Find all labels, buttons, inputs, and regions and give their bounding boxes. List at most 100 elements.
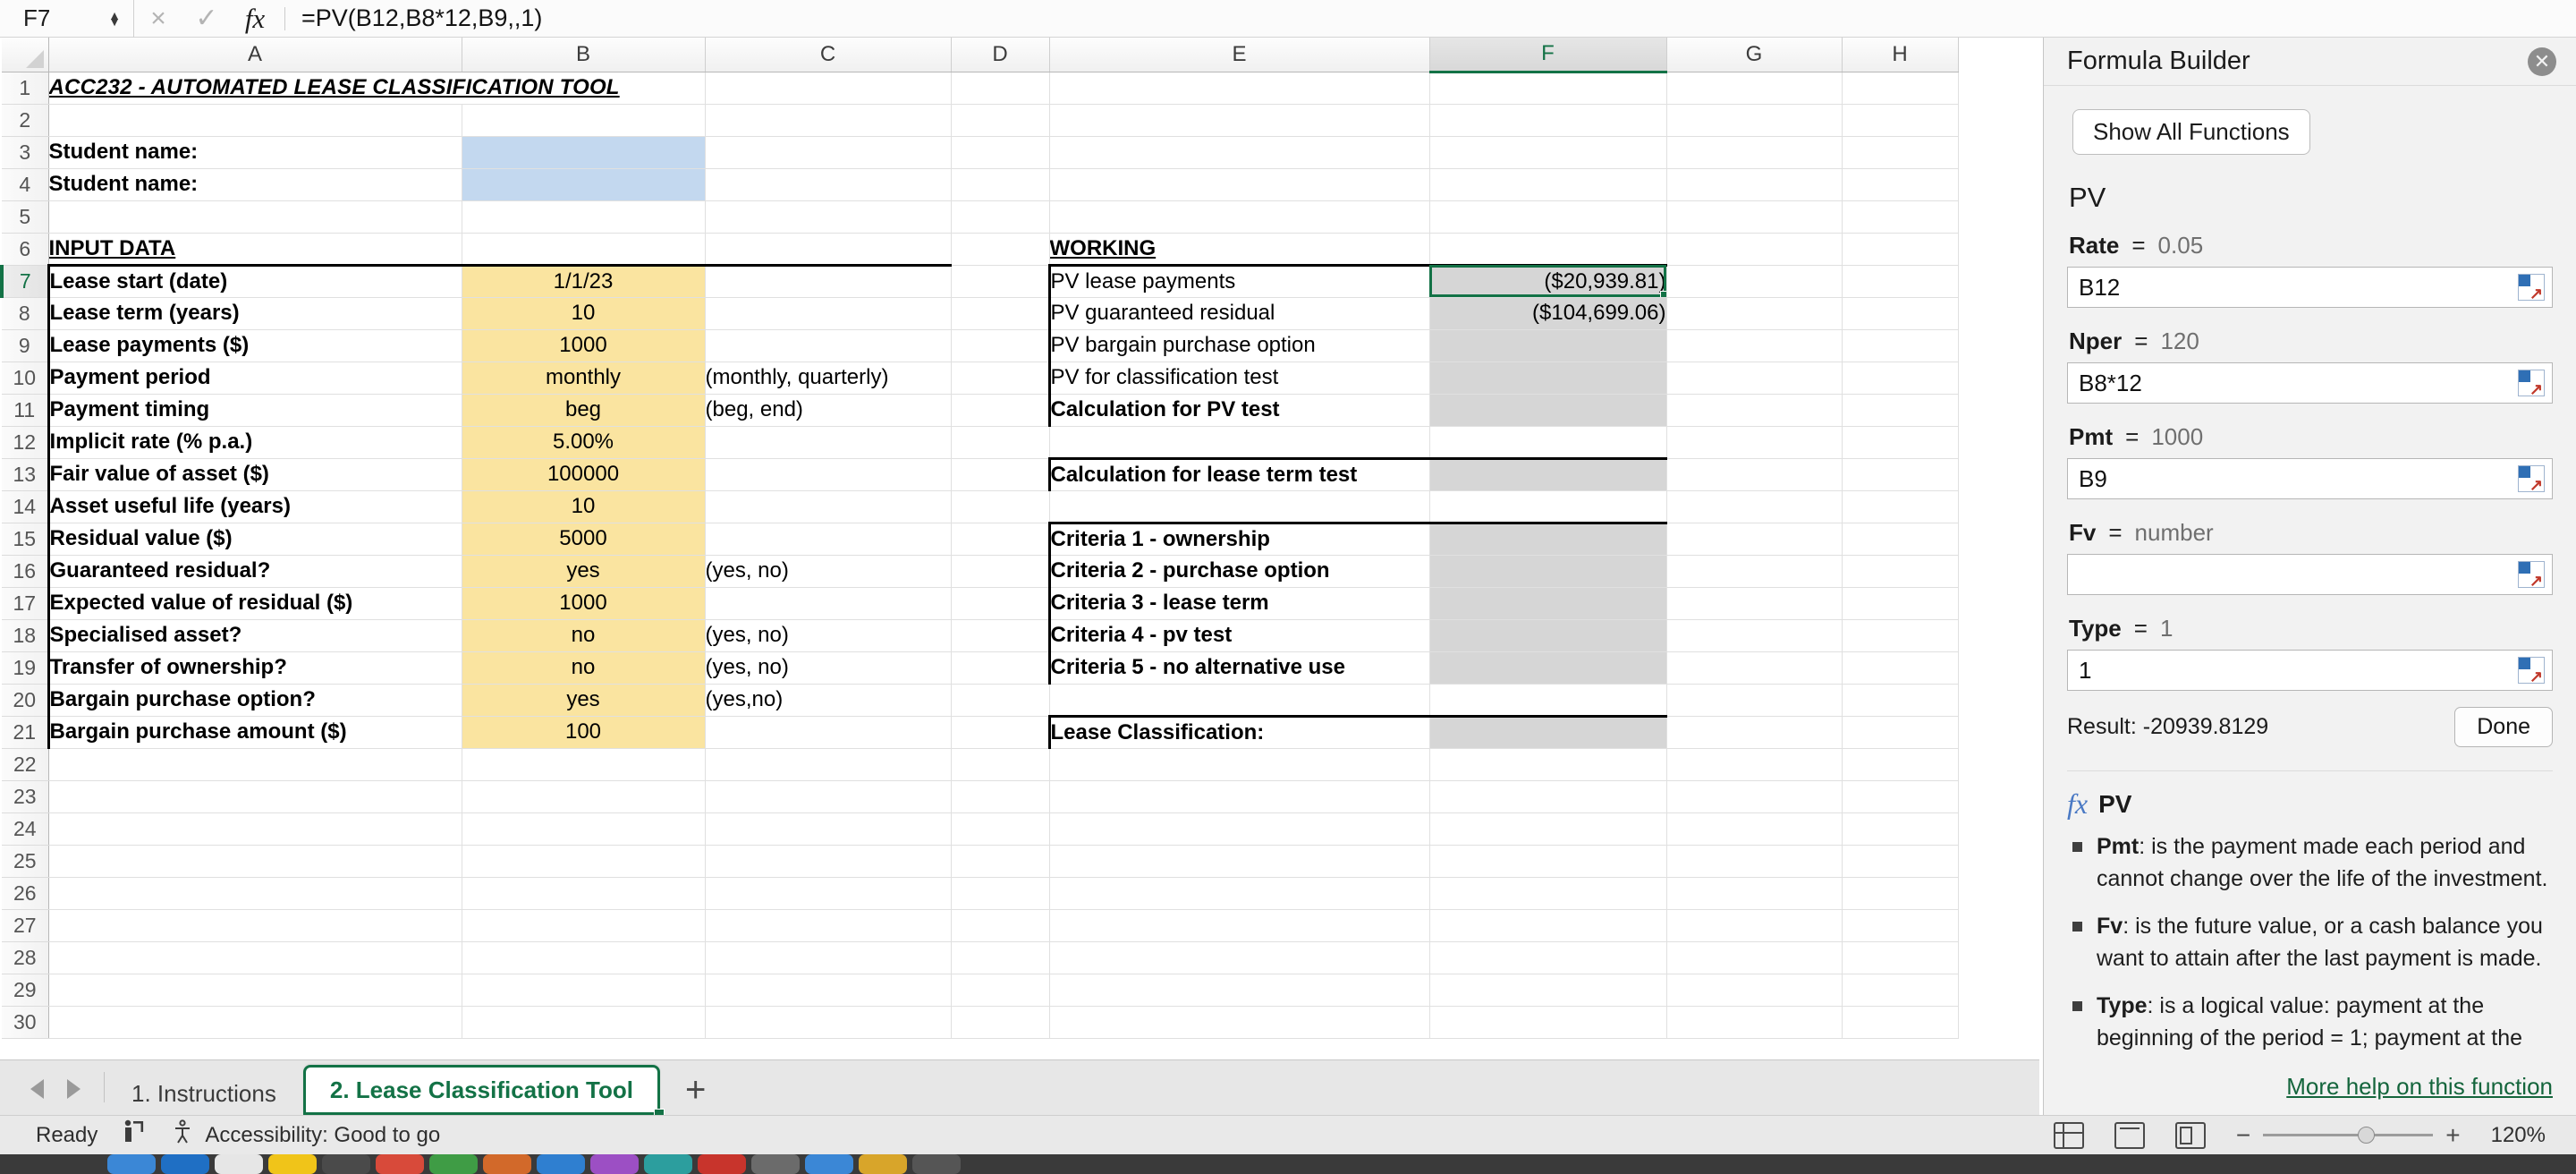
cell-g8[interactable]: [1666, 297, 1843, 330]
student-name-input-1[interactable]: [462, 136, 706, 169]
criteria-value-2[interactable]: [1429, 555, 1667, 588]
row-header-4[interactable]: 4: [2, 168, 49, 201]
cell-d29[interactable]: [951, 974, 1050, 1007]
criteria-value-3[interactable]: [1429, 587, 1667, 620]
cell-h3[interactable]: [1842, 136, 1959, 169]
cell-f3[interactable]: [1429, 136, 1667, 169]
cell-g20[interactable]: [1666, 684, 1843, 717]
arg-input-rate[interactable]: B12: [2067, 267, 2553, 308]
cell-f6[interactable]: [1429, 233, 1667, 266]
dock-icon-messages[interactable]: [644, 1154, 692, 1174]
cell-d15[interactable]: [951, 523, 1050, 556]
row-header-13[interactable]: 13: [2, 458, 49, 491]
cell-g7[interactable]: [1666, 265, 1843, 298]
input-value-payment-period[interactable]: monthly: [462, 362, 706, 395]
cell-h9[interactable]: [1842, 329, 1959, 362]
cell-f14[interactable]: [1429, 490, 1667, 523]
dock-icon-trash[interactable]: [912, 1154, 961, 1174]
input-value-lease-payments[interactable]: 1000: [462, 329, 706, 362]
cell-a24[interactable]: [48, 812, 462, 846]
input-value-bargain-purchase-amount[interactable]: 100: [462, 716, 706, 749]
cell-h5[interactable]: [1842, 200, 1959, 234]
cell-h21[interactable]: [1842, 716, 1959, 749]
spreadsheet-grid[interactable]: A B C D E F G H 1 ACC232 - AUTOMATED LEA…: [0, 38, 2039, 1059]
cell-d13[interactable]: [951, 458, 1050, 491]
cell-h27[interactable]: [1842, 909, 1959, 942]
cell-h24[interactable]: [1842, 812, 1959, 846]
row-header-23[interactable]: 23: [2, 780, 49, 813]
range-selector-icon[interactable]: [2518, 657, 2545, 684]
row-header-14[interactable]: 14: [2, 490, 49, 523]
close-icon[interactable]: ✕: [2528, 47, 2556, 76]
cell-h6[interactable]: [1842, 233, 1959, 266]
formula-input[interactable]: =PV(B12,B8*12,B9,,1): [291, 4, 2576, 32]
range-selector-icon[interactable]: [2518, 370, 2545, 396]
column-header-f[interactable]: F: [1429, 38, 1667, 73]
row-header-8[interactable]: 8: [2, 297, 49, 330]
cell-d23[interactable]: [951, 780, 1050, 813]
input-value-lease-start[interactable]: 1/1/23: [462, 263, 706, 298]
cell-g26[interactable]: [1666, 877, 1843, 910]
cell-h20[interactable]: [1842, 684, 1959, 717]
row-header-16[interactable]: 16: [2, 555, 49, 588]
cell-b2[interactable]: [462, 104, 706, 137]
criteria-value-1[interactable]: [1429, 521, 1667, 556]
cell-d2[interactable]: [951, 104, 1050, 137]
cell-c29[interactable]: [705, 974, 952, 1007]
cell-d21[interactable]: [951, 716, 1050, 749]
arg-input-nper[interactable]: B8*12: [2067, 362, 2553, 404]
cell-h11[interactable]: [1842, 394, 1959, 427]
next-sheet-icon[interactable]: [67, 1079, 80, 1099]
cell-a23[interactable]: [48, 780, 462, 813]
arg-input-type[interactable]: 1: [2067, 650, 2553, 691]
cell-f28[interactable]: [1429, 941, 1667, 974]
cell-b27[interactable]: [462, 909, 706, 942]
cell-f30[interactable]: [1429, 1006, 1667, 1039]
cell-f5[interactable]: [1429, 200, 1667, 234]
column-header-b[interactable]: B: [462, 38, 706, 72]
cell-g4[interactable]: [1666, 168, 1843, 201]
cell-c26[interactable]: [705, 877, 952, 910]
cell-h23[interactable]: [1842, 780, 1959, 813]
cell-d27[interactable]: [951, 909, 1050, 942]
row-header-26[interactable]: 26: [2, 877, 49, 910]
name-box-dropdown-icon[interactable]: ▲ ▼: [108, 9, 121, 28]
cell-b26[interactable]: [462, 877, 706, 910]
cell-g13[interactable]: [1666, 458, 1843, 491]
row-header-5[interactable]: 5: [2, 200, 49, 234]
cell-h4[interactable]: [1842, 168, 1959, 201]
cell-g14[interactable]: [1666, 490, 1843, 523]
cell-d24[interactable]: [951, 812, 1050, 846]
dock-icon-notes[interactable]: [268, 1154, 317, 1174]
cell-e29[interactable]: [1049, 974, 1430, 1007]
input-value-useful-life[interactable]: 10: [462, 490, 706, 523]
cell-a26[interactable]: [48, 877, 462, 910]
cell-c4[interactable]: [705, 168, 952, 201]
input-value-guaranteed-residual[interactable]: yes: [462, 555, 706, 588]
cell-f2[interactable]: [1429, 104, 1667, 137]
cell-e28[interactable]: [1049, 941, 1430, 974]
cell-g1[interactable]: [1666, 72, 1843, 105]
input-value-specialised-asset[interactable]: no: [462, 619, 706, 652]
cell-e5[interactable]: [1049, 200, 1430, 234]
column-header-c[interactable]: C: [705, 38, 952, 72]
prev-sheet-icon[interactable]: [30, 1079, 44, 1099]
cell-g30[interactable]: [1666, 1006, 1843, 1039]
cell-g29[interactable]: [1666, 974, 1843, 1007]
working-value-pv-lease-payments[interactable]: ($20,939.81): [1429, 263, 1667, 298]
cell-d11[interactable]: [951, 394, 1050, 427]
cell-g21[interactable]: [1666, 716, 1843, 749]
cell-d10[interactable]: [951, 362, 1050, 395]
row-header-27[interactable]: 27: [2, 909, 49, 942]
cell-e27[interactable]: [1049, 909, 1430, 942]
lease-term-test-value[interactable]: [1429, 456, 1667, 491]
cell-d28[interactable]: [951, 941, 1050, 974]
cell-c6[interactable]: [705, 233, 952, 266]
column-header-g[interactable]: G: [1666, 38, 1843, 72]
row-header-7[interactable]: 7: [0, 265, 49, 298]
cell-d22[interactable]: [951, 748, 1050, 781]
row-header-20[interactable]: 20: [2, 684, 49, 717]
add-sheet-button[interactable]: +: [660, 1072, 731, 1115]
cell-b28[interactable]: [462, 941, 706, 974]
cell-h10[interactable]: [1842, 362, 1959, 395]
